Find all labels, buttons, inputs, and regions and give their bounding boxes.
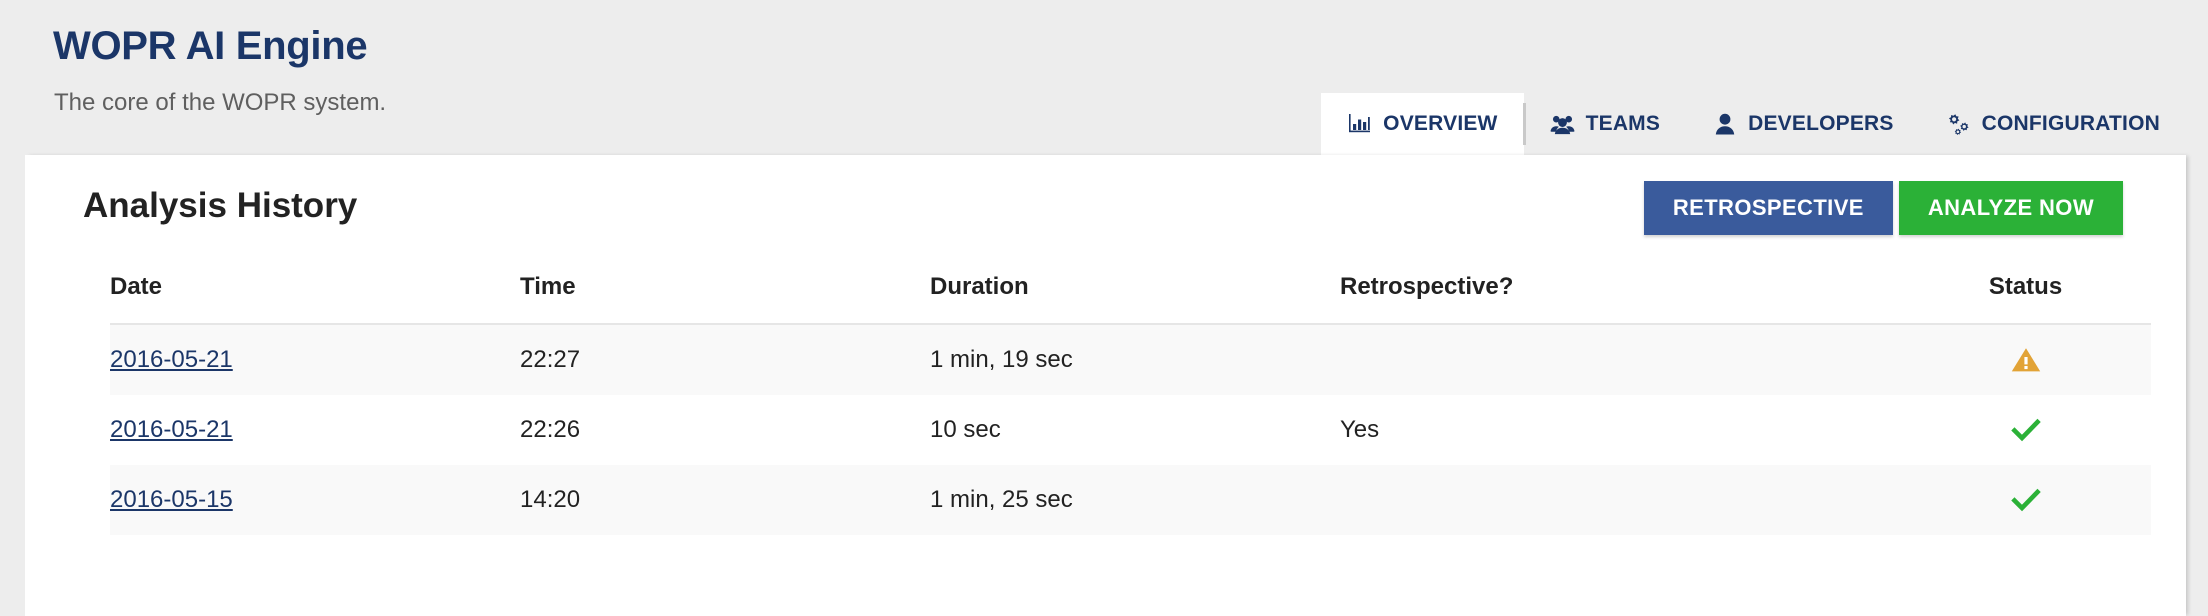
column-header-retrospective: Retrospective? [1340, 273, 1900, 324]
tab-overview-label: OVERVIEW [1383, 112, 1497, 136]
column-header-duration: Duration [930, 273, 1340, 324]
check-icon [2011, 485, 2041, 515]
cogs-icon [1946, 113, 1971, 135]
cell-time: 14:20 [520, 465, 930, 535]
cell-duration: 1 min, 25 sec [930, 465, 1340, 535]
cell-status [1900, 395, 2151, 465]
tab-developers-label: DEVELOPERS [1748, 112, 1894, 136]
analyze-now-button[interactable]: ANALYZE NOW [1899, 181, 2123, 235]
panel-header: Analysis History RETROSPECTIVE ANALYZE N… [25, 155, 2186, 265]
table-header-row: Date Time Duration Retrospective? Status [110, 273, 2151, 324]
cell-time: 22:27 [520, 324, 930, 395]
analysis-history-table: Date Time Duration Retrospective? Status… [110, 273, 2151, 535]
user-icon [1712, 113, 1737, 135]
cell-duration: 10 sec [930, 395, 1340, 465]
cell-retrospective: Yes [1340, 395, 1900, 465]
tab-teams[interactable]: TEAMS [1524, 93, 1687, 155]
page-subtitle: The core of the WOPR system. [54, 88, 386, 118]
chart-bar-icon [1347, 113, 1372, 135]
action-buttons: RETROSPECTIVE ANALYZE NOW [1644, 181, 2123, 235]
column-header-status: Status [1900, 273, 2151, 324]
table-row: 2016-05-21 22:27 1 min, 19 sec [110, 324, 2151, 395]
date-link[interactable]: 2016-05-15 [110, 486, 233, 513]
date-link[interactable]: 2016-05-21 [110, 416, 233, 443]
cell-duration: 1 min, 19 sec [930, 324, 1340, 395]
cell-status [1900, 324, 2151, 395]
cell-retrospective [1340, 465, 1900, 535]
tab-configuration[interactable]: CONFIGURATION [1920, 93, 2186, 155]
tab-developers[interactable]: DEVELOPERS [1686, 93, 1920, 155]
retrospective-button[interactable]: RETROSPECTIVE [1644, 181, 1893, 235]
page-title: WOPR AI Engine [53, 22, 367, 70]
table-row: 2016-05-15 14:20 1 min, 25 sec [110, 465, 2151, 535]
column-header-time: Time [520, 273, 930, 324]
check-icon [2011, 415, 2041, 445]
warning-triangle-icon [2011, 345, 2041, 375]
column-header-date: Date [110, 273, 520, 324]
page-header: WOPR AI Engine The core of the WOPR syst… [0, 0, 2208, 155]
content-panel: Analysis History RETROSPECTIVE ANALYZE N… [25, 155, 2186, 616]
cell-status [1900, 465, 2151, 535]
cell-time: 22:26 [520, 395, 930, 465]
tab-overview[interactable]: OVERVIEW [1321, 93, 1523, 155]
tab-configuration-label: CONFIGURATION [1982, 112, 2160, 136]
table-row: 2016-05-21 22:26 10 sec Yes [110, 395, 2151, 465]
tab-teams-label: TEAMS [1586, 112, 1661, 136]
cell-retrospective [1340, 324, 1900, 395]
tab-bar: OVERVIEW TEAMS [1321, 93, 2186, 155]
date-link[interactable]: 2016-05-21 [110, 346, 233, 373]
users-icon [1550, 113, 1575, 135]
section-title: Analysis History [83, 185, 357, 227]
